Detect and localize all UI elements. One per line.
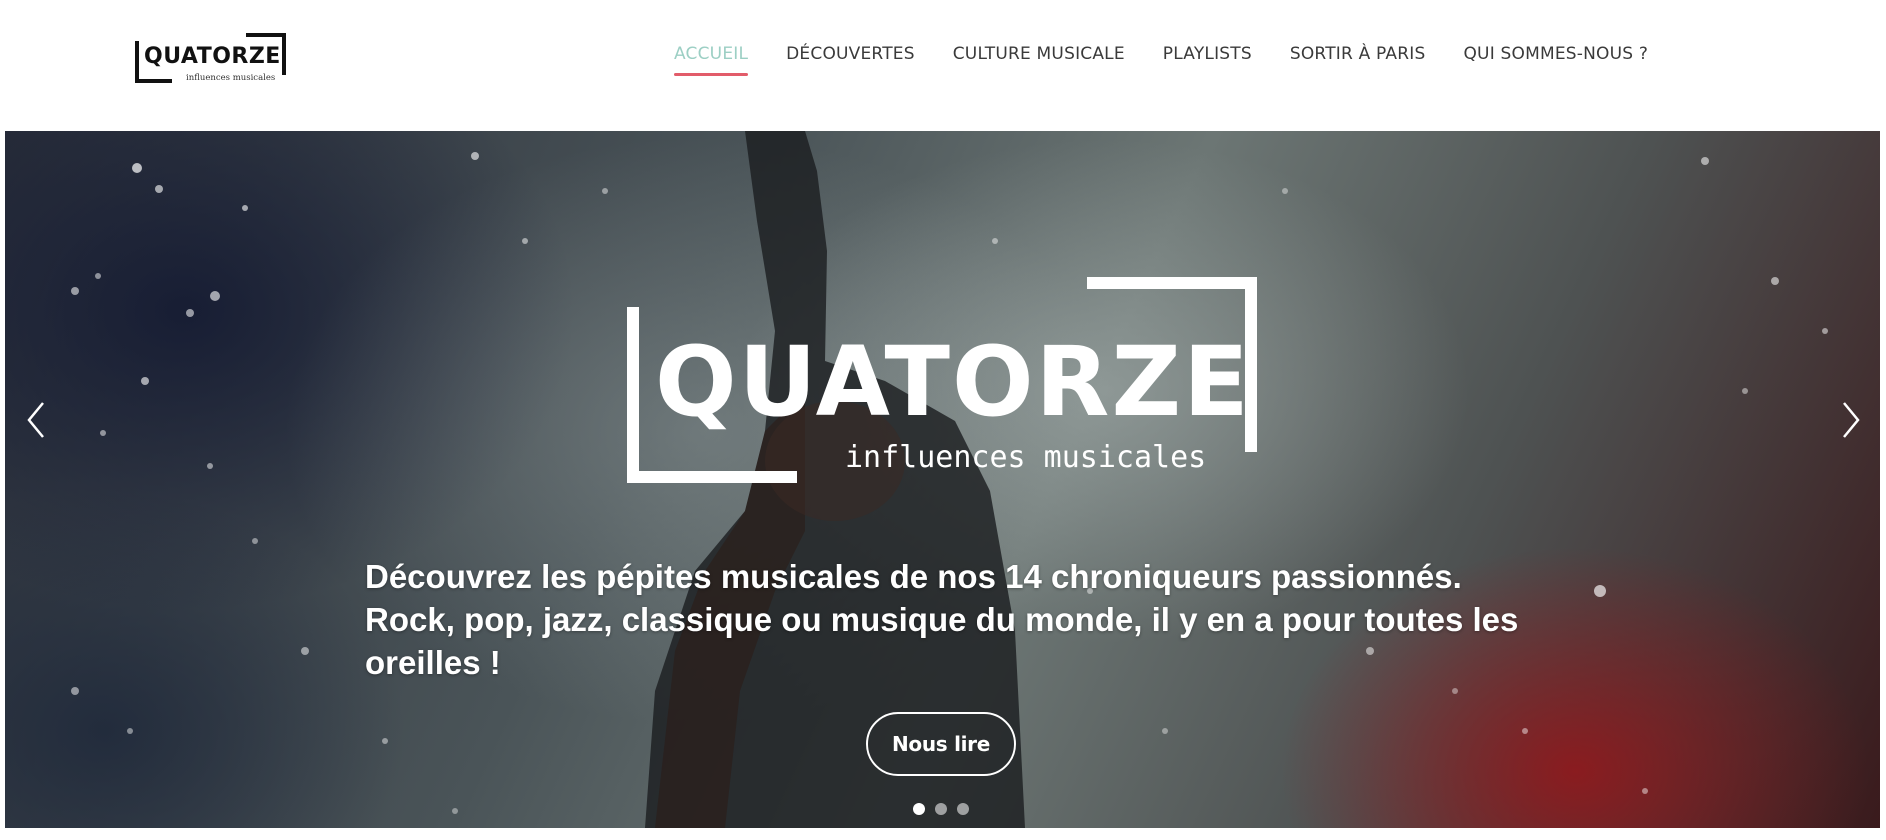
nav-item-playlists[interactable]: PLAYLISTS <box>1163 44 1252 76</box>
nav-item-decouvertes[interactable]: DÉCOUVERTES <box>786 44 915 76</box>
chevron-left-icon <box>27 402 44 438</box>
hero-headline: Découvrez les pépites musicales de nos 1… <box>365 558 1519 681</box>
nav-item-sortir-a-paris[interactable]: SORTIR À PARIS <box>1290 44 1426 76</box>
hero-logo-wordmark: QUATORZE <box>655 326 1251 438</box>
main-nav: ACCUEIL DÉCOUVERTES CULTURE MUSICALE PLA… <box>674 44 1648 84</box>
slider-prev-button[interactable] <box>17 395 57 445</box>
slider-pagination <box>913 803 969 815</box>
site-logo[interactable]: QUATORZE influences musicales <box>134 33 286 85</box>
slider-next-button[interactable] <box>1830 395 1870 445</box>
nav-item-accueil[interactable]: ACCUEIL <box>674 44 749 76</box>
site-header: QUATORZE influences musicales ACCUEIL DÉ… <box>0 0 1886 131</box>
chevron-right-icon <box>1843 402 1860 438</box>
nous-lire-button[interactable]: Nous lire <box>866 712 1016 776</box>
hero-logo: QUATORZE influences musicales <box>627 277 1257 483</box>
logo-wordmark: QUATORZE <box>144 44 281 69</box>
nav-item-qui-sommes-nous[interactable]: QUI SOMMES-NOUS ? <box>1463 44 1648 76</box>
nav-item-culture-musicale[interactable]: CULTURE MUSICALE <box>953 44 1125 76</box>
quatorze-logo-icon: QUATORZE influences musicales <box>135 33 286 83</box>
hero-logo-tagline: influences musicales <box>845 440 1206 475</box>
hero-slider: QUATORZE influences musicales Découvrez … <box>5 131 1880 828</box>
slider-dot-2[interactable] <box>935 803 947 815</box>
slider-dot-1[interactable] <box>913 803 925 815</box>
slider-dot-3[interactable] <box>957 803 969 815</box>
logo-tagline: influences musicales <box>186 73 275 83</box>
